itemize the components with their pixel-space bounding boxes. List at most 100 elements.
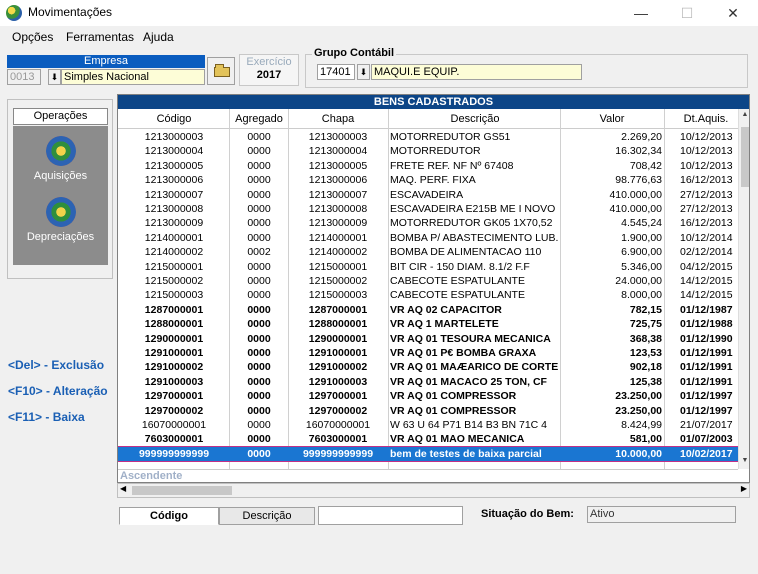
table-row[interactable]: 1297000002 0000 1297000002 VR AQ 01 COMPRES… [118, 404, 738, 418]
scroll-right-icon[interactable]: ▶ [741, 484, 747, 493]
cell-codigo: 1213000006 [144, 174, 204, 187]
aquisicoes-label: Aquisições [33, 170, 88, 182]
table-row[interactable]: 1214000001 0000 1214000001 BOMBA P/ ABASTEC… [118, 231, 738, 245]
col-descricao[interactable]: Descrição [390, 113, 560, 125]
menu-ferramentas[interactable]: Ferramentas [66, 30, 134, 44]
cell-codigo: 1214000001 [144, 231, 204, 244]
operacoes-header: Operações [13, 108, 108, 125]
sort-order-label: Ascendente [118, 469, 738, 482]
table-row[interactable]: 1213000004 0000 1213000004 MOTORREDUTOR 16.3… [118, 144, 738, 158]
table-row[interactable]: 1287000001 0000 1287000001 VR AQ 02 CAPACIT… [118, 303, 738, 317]
table-row[interactable]: 16070000001 0000 16070000001 W 63 U 64 P71 … [118, 418, 738, 432]
table-row[interactable]: 1214000002 0002 1214000002 BOMBA DE ALIMENT… [118, 245, 738, 259]
cell-chapa: 1291000003 [308, 375, 368, 388]
table-row[interactable]: 1213000008 0000 1213000008 ESCAVADEIRA E215… [118, 202, 738, 216]
grupo-code-field[interactable]: 17401 [317, 64, 355, 80]
col-codigo[interactable]: Código [118, 113, 230, 125]
close-button[interactable]: ✕ [710, 0, 756, 26]
table-row[interactable]: 1291000003 0000 1291000003 VR AQ 01 MACACO … [118, 375, 738, 389]
empresa-name-field[interactable]: Simples Nacional [61, 69, 205, 85]
cell-dt-aquis: 01/12/1991 [680, 361, 733, 374]
horizontal-scrollbar[interactable]: ◀ ▶ [117, 483, 750, 498]
maximize-button[interactable]: ☐ [664, 0, 710, 26]
col-chapa[interactable]: Chapa [288, 113, 388, 125]
table-row[interactable]: 7603000001 0000 7603000001 VR AQ 01 MAO MEC… [118, 432, 738, 446]
depreciacoes-button[interactable]: Depreciações [13, 197, 108, 243]
table-row[interactable]: 1213000006 0000 1213000006 MAQ. PERF. FIXA 9… [118, 173, 738, 187]
grupo-dropdown-icon[interactable]: ⬇ [357, 64, 370, 80]
cell-dt-aquis: 01/12/1997 [680, 390, 733, 403]
aquisicoes-button[interactable]: Aquisições [13, 136, 108, 182]
cell-chapa: 1290000001 [308, 332, 368, 345]
table-row[interactable]: 1215000003 0000 1215000003 CABECOTE ESPATUL… [118, 288, 738, 302]
cell-dt-aquis: 21/07/2017 [680, 419, 733, 431]
cell-dt-aquis: 10/12/2013 [680, 159, 733, 172]
table-row[interactable]: 1297000001 0000 1297000001 VR AQ 01 COMPRES… [118, 389, 738, 403]
cell-dt-aquis: 01/12/1991 [680, 347, 733, 359]
cell-descricao: W 63 U 64 P71 B14 B3 BN 71C 4 [390, 419, 548, 431]
cell-dt-aquis: 16/12/2013 [680, 174, 733, 187]
cell-descricao: VR AQ 01 MAO MECANICA [390, 433, 525, 446]
cell-agregado: 0000 [247, 289, 271, 302]
tab-descricao[interactable]: Descrição [219, 507, 315, 525]
cell-dt-aquis: 10/12/2014 [680, 231, 733, 244]
minimize-button[interactable]: — [618, 0, 664, 26]
table-row[interactable]: 1213000003 0000 1213000003 MOTORREDUTOR GS5… [118, 130, 738, 144]
menu-bar: Opções Ferramentas Ajuda [0, 27, 758, 47]
table-row[interactable]: 1288000001 0000 1288000001 VR AQ 1 MARTELET… [118, 317, 738, 331]
menu-opcoes[interactable]: Opções [12, 30, 53, 44]
menu-ajuda[interactable]: Ajuda [143, 30, 174, 44]
folder-icon [214, 64, 230, 77]
situacao-field: Ativo [587, 506, 736, 523]
table-row[interactable]: 1215000002 0000 1215000002 CABECOTE ESPATUL… [118, 274, 738, 288]
tab-codigo[interactable]: Código [119, 507, 219, 525]
cell-chapa: 1213000004 [308, 145, 368, 158]
scroll-down-icon[interactable]: ▼ [739, 455, 749, 467]
cell-valor: 16.302,34 [615, 145, 662, 158]
vertical-scrollbar[interactable]: ▲ ▼ [738, 109, 749, 469]
cell-valor: 24.000,00 [615, 275, 662, 287]
cell-descricao: BIT CIR - 150 DIAM. 8.1/2 F.F [390, 260, 530, 273]
table-row[interactable]: 1213000005 0000 1213000005 FRETE REF. NF Nº… [118, 159, 738, 173]
grupo-name-field[interactable]: MAQUI.E EQUIP. [371, 64, 582, 80]
cell-codigo: 1288000001 [144, 318, 204, 331]
title-bar: Movimentações — ☐ ✕ [0, 0, 758, 26]
cell-dt-aquis: 04/12/2015 [680, 260, 733, 273]
table-row[interactable]: 1291000001 0000 1291000001 VR AQ 01 P€ BOMB… [118, 346, 738, 360]
open-folder-button[interactable] [207, 57, 235, 85]
table-row[interactable]: 1291000002 0000 1291000002 VR AQ 01 MAÆARIC… [118, 360, 738, 374]
grupo-contabil-label: Grupo Contábil [312, 47, 397, 59]
cell-descricao: VR AQ 02 CAPACITOR [390, 303, 502, 316]
empresa-dropdown-icon[interactable]: ⬇ [48, 69, 61, 85]
cell-valor: 2.269,20 [621, 131, 662, 143]
cell-valor: 10.000,00 [615, 447, 662, 460]
cell-chapa: 1297000001 [308, 390, 368, 403]
table-row[interactable]: 999999999999 0000 999999999999 bem de teste… [118, 445, 739, 462]
table-row[interactable]: 1213000009 0000 1213000009 MOTORREDUTOR GK0… [118, 216, 738, 230]
col-agregado[interactable]: Agregado [230, 113, 288, 125]
shortcut-f11: <F11> - Baixa [8, 410, 85, 424]
scroll-thumb[interactable] [741, 127, 749, 187]
col-dt-aquis[interactable]: Dt.Aquis. [666, 113, 746, 125]
depreciacoes-label: Depreciações [26, 231, 95, 243]
cell-agregado: 0000 [247, 347, 271, 359]
col-valor[interactable]: Valor [562, 113, 662, 125]
cell-valor: 23.250,00 [615, 404, 662, 417]
empresa-code-field[interactable]: 0013 [7, 69, 41, 85]
table-row[interactable]: 1213000007 0000 1213000007 ESCAVADEIRA 410.0… [118, 188, 738, 202]
search-input[interactable] [318, 506, 463, 525]
table-row[interactable]: 1290000001 0000 1290000001 VR AQ 01 TESOURA… [118, 332, 738, 346]
cell-codigo: 1213000003 [144, 131, 204, 143]
hscroll-thumb[interactable] [132, 486, 232, 495]
cell-valor: 902,18 [629, 361, 662, 374]
cell-agregado: 0000 [247, 361, 271, 374]
cell-codigo: 1291000002 [144, 361, 204, 374]
cell-chapa: 1213000005 [308, 159, 368, 172]
scroll-left-icon[interactable]: ◀ [120, 484, 126, 493]
cell-dt-aquis: 10/12/2013 [680, 131, 733, 143]
cell-codigo: 1291000003 [144, 375, 204, 388]
cell-dt-aquis: 01/07/2003 [680, 433, 733, 446]
cell-dt-aquis: 01/12/1991 [680, 375, 733, 388]
scroll-up-icon[interactable]: ▲ [739, 109, 749, 121]
table-row[interactable]: 1215000001 0000 1215000001 BIT CIR - 150 DI… [118, 260, 738, 274]
